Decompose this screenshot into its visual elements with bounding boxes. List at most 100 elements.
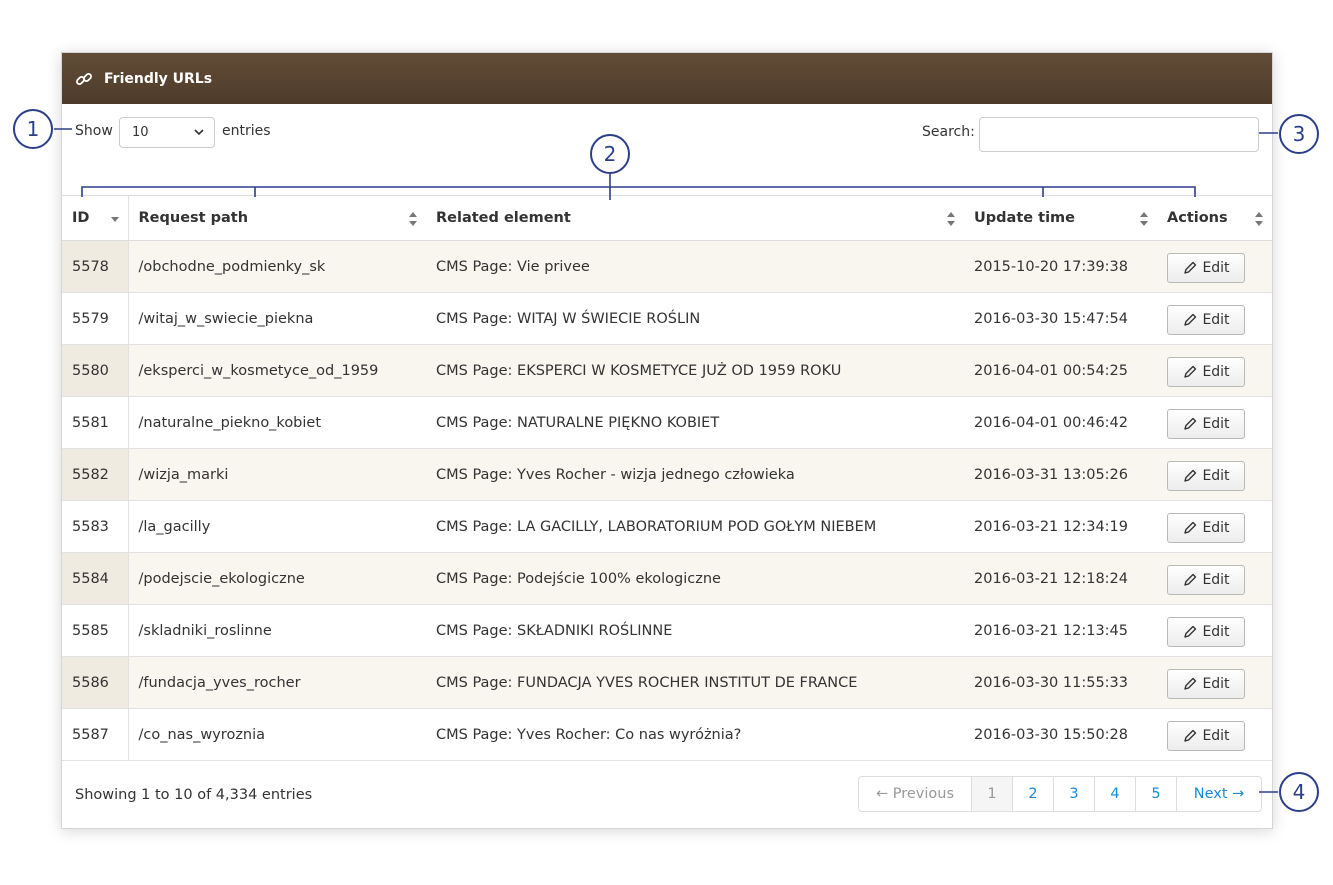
page-button-4[interactable]: 4 (1095, 777, 1136, 811)
table-row: 5582/wizja_marki CMS Page: Yves Rocher - … (62, 448, 1272, 501)
cell-request-path: /witaj_w_swiecie_piekna (128, 292, 426, 345)
urls-table: ID Request path Related element Update t… (62, 195, 1272, 761)
pencil-icon (1184, 677, 1197, 690)
table-body: 5578/obchodne_podmienky_sk CMS Page: Vie … (62, 240, 1272, 761)
edit-button[interactable]: Edit (1167, 616, 1245, 647)
panel-header: Friendly URLs (62, 53, 1272, 104)
cell-update-time: 2016-03-21 12:18:24 (964, 552, 1157, 605)
cell-id: 5578 (62, 240, 129, 293)
pencil-icon (1184, 365, 1197, 378)
next-page-button[interactable]: Next → (1177, 777, 1261, 811)
cell-update-time: 2016-04-01 00:46:42 (964, 396, 1157, 449)
edit-button[interactable]: Edit (1167, 304, 1245, 335)
column-header-update-time[interactable]: Update time (964, 195, 1157, 241)
edit-button-label: Edit (1202, 467, 1230, 484)
table-row: 5583/la_gacilly CMS Page: LA GACILLY, LAB… (62, 500, 1272, 553)
edit-button[interactable]: Edit (1167, 408, 1245, 439)
column-header-related-element[interactable]: Related element (426, 195, 964, 241)
cell-related-element: CMS Page: Podejście 100% ekologiczne (426, 552, 964, 605)
column-header-actions-label: Actions (1167, 210, 1228, 226)
column-header-request-path[interactable]: Request path (128, 195, 426, 241)
search-label: Search: (922, 124, 975, 140)
pencil-icon (1184, 417, 1197, 430)
page-button-3[interactable]: 3 (1054, 777, 1095, 811)
cell-actions: Edit (1157, 708, 1272, 761)
sort-icon (1255, 212, 1263, 226)
edit-button-label: Edit (1202, 623, 1230, 640)
pencil-icon (1184, 729, 1197, 742)
table-row: 5584/podejscie_ekologiczne CMS Page: Pode… (62, 552, 1272, 605)
cell-related-element: CMS Page: EKSPERCI W KOSMETYCE JUŻ OD 19… (426, 344, 964, 397)
cell-update-time: 2016-03-30 15:47:54 (964, 292, 1157, 345)
callout-4: 4 (1279, 772, 1319, 812)
cell-actions: Edit (1157, 656, 1272, 709)
edit-button[interactable]: Edit (1167, 356, 1245, 387)
callout-3: 3 (1279, 114, 1319, 154)
previous-page-button[interactable]: ← Previous (859, 777, 972, 811)
column-header-id[interactable]: ID (62, 195, 129, 241)
edit-button[interactable]: Edit (1167, 564, 1245, 595)
sort-icon (947, 212, 955, 226)
cell-actions: Edit (1157, 396, 1272, 449)
pencil-icon (1184, 625, 1197, 638)
edit-button[interactable]: Edit (1167, 460, 1245, 491)
pencil-icon (1184, 469, 1197, 482)
cell-actions: Edit (1157, 500, 1272, 553)
table-row: 5579/witaj_w_swiecie_piekna CMS Page: WIT… (62, 292, 1272, 345)
page-button-1[interactable]: 1 (972, 777, 1013, 811)
table-header-row: ID Request path Related element Update t… (62, 195, 1272, 241)
cell-id: 5586 (62, 656, 129, 709)
cell-request-path: /fundacja_yves_rocher (128, 656, 426, 709)
table-row: 5580/eksperci_w_kosmetyce_od_1959 CMS Pag… (62, 344, 1272, 397)
table-row: 5585/skladniki_roslinne CMS Page: SKŁADNI… (62, 604, 1272, 657)
cell-id: 5581 (62, 396, 129, 449)
edit-button-label: Edit (1202, 259, 1230, 276)
table-row: 5581/naturalne_piekno_kobiet CMS Page: NA… (62, 396, 1272, 449)
cell-id: 5584 (62, 552, 129, 605)
cell-related-element: CMS Page: NATURALNE PIĘKNO KOBIET (426, 396, 964, 449)
cell-update-time: 2016-03-30 15:50:28 (964, 708, 1157, 761)
sort-desc-icon (110, 217, 119, 222)
page-button-5[interactable]: 5 (1136, 777, 1177, 811)
cell-actions: Edit (1157, 240, 1272, 293)
column-header-updated-label: Update time (974, 210, 1075, 226)
cell-request-path: /podejscie_ekologiczne (128, 552, 426, 605)
edit-button[interactable]: Edit (1167, 720, 1245, 751)
cell-related-element: CMS Page: SKŁADNIKI ROŚLINNE (426, 604, 964, 657)
sort-icon (409, 212, 417, 226)
column-header-element-label: Related element (436, 210, 571, 226)
edit-button[interactable]: Edit (1167, 512, 1245, 543)
search-input[interactable] (979, 117, 1259, 152)
cell-update-time: 2015-10-20 17:39:38 (964, 240, 1157, 293)
cell-related-element: CMS Page: Yves Rocher: Co nas wyróżnia? (426, 708, 964, 761)
edit-button[interactable]: Edit (1167, 252, 1245, 283)
entries-label: entries (222, 123, 271, 139)
entries-length-select[interactable]: 10 (119, 117, 215, 148)
edit-button-label: Edit (1202, 415, 1230, 432)
cell-actions: Edit (1157, 552, 1272, 605)
cell-update-time: 2016-03-21 12:13:45 (964, 604, 1157, 657)
column-header-path-label: Request path (138, 210, 249, 226)
column-header-actions[interactable]: Actions (1157, 195, 1272, 241)
cell-related-element: CMS Page: Yves Rocher - wizja jednego cz… (426, 448, 964, 501)
cell-related-element: CMS Page: WITAJ W ŚWIECIE ROŚLIN (426, 292, 964, 345)
cell-request-path: /skladniki_roslinne (128, 604, 426, 657)
link-icon (74, 68, 96, 90)
cell-update-time: 2016-03-30 11:55:33 (964, 656, 1157, 709)
pencil-icon (1184, 573, 1197, 586)
edit-button[interactable]: Edit (1167, 668, 1245, 699)
cell-actions: Edit (1157, 344, 1272, 397)
cell-request-path: /co_nas_wyroznia (128, 708, 426, 761)
cell-actions: Edit (1157, 604, 1272, 657)
pagination: ← Previous 1 2 3 4 5 Next → (858, 776, 1262, 812)
table-info: Showing 1 to 10 of 4,334 entries (75, 787, 313, 803)
cell-update-time: 2016-03-31 13:05:26 (964, 448, 1157, 501)
cell-id: 5583 (62, 500, 129, 553)
edit-button-label: Edit (1202, 519, 1230, 536)
cell-request-path: /naturalne_piekno_kobiet (128, 396, 426, 449)
cell-related-element: CMS Page: LA GACILLY, LABORATORIUM POD G… (426, 500, 964, 553)
cell-id: 5587 (62, 708, 129, 761)
cell-id: 5580 (62, 344, 129, 397)
friendly-urls-panel: Friendly URLs Show 10 entries Search: ID… (61, 52, 1273, 829)
page-button-2[interactable]: 2 (1013, 777, 1054, 811)
